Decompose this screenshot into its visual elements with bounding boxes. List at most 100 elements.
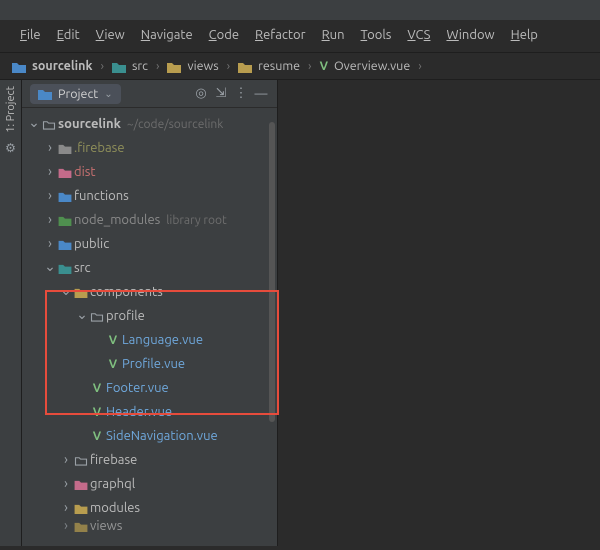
tree-file[interactable]: VSideNavigation.vue xyxy=(22,424,277,448)
tree-label: Footer.vue xyxy=(106,381,169,395)
vue-icon: V xyxy=(104,358,122,371)
folder-icon xyxy=(56,215,74,226)
folder-icon xyxy=(112,61,126,72)
tree-folder[interactable]: public xyxy=(22,232,277,256)
chevron-right-icon[interactable] xyxy=(60,452,72,468)
breadcrumbs[interactable]: sourcelink › src › views › resume › V Ov… xyxy=(0,53,600,80)
chevron-right-icon: › xyxy=(100,59,104,73)
chevron-right-icon[interactable] xyxy=(60,520,72,532)
menu-item-window[interactable]: Window xyxy=(440,26,500,44)
tool-window-strip[interactable]: 1: Project ⚙ xyxy=(0,80,22,546)
vue-icon: V xyxy=(88,430,106,443)
tree-hint: ~/code/sourcelink xyxy=(127,118,223,131)
chevron-right-icon: › xyxy=(227,59,231,73)
tree-folder[interactable]: views xyxy=(22,520,277,532)
tree-label: node_modules xyxy=(74,213,160,227)
folder-icon xyxy=(72,287,90,298)
menubar: FileEditViewNavigateCodeRefactorRunTools… xyxy=(0,20,600,53)
tree-file[interactable]: VFooter.vue xyxy=(22,376,277,400)
breadcrumb-item[interactable]: views xyxy=(167,59,218,73)
breadcrumb-item[interactable]: resume xyxy=(238,59,300,73)
tree-label: firebase xyxy=(90,453,137,467)
chevron-down-icon[interactable] xyxy=(76,308,88,325)
chevron-down-icon[interactable] xyxy=(28,116,40,133)
tree-label: components xyxy=(90,285,163,299)
menu-item-help[interactable]: Help xyxy=(505,26,544,44)
tree-hint: library root xyxy=(166,214,226,227)
hide-icon[interactable]: — xyxy=(251,87,271,101)
chevron-right-icon: › xyxy=(156,59,160,73)
chevron-right-icon[interactable] xyxy=(44,236,56,252)
tree-file[interactable]: VHeader.vue xyxy=(22,400,277,424)
gear-icon[interactable]: ⚙ xyxy=(5,141,16,155)
breadcrumb-item[interactable]: V Overview.vue xyxy=(320,59,411,73)
vue-icon: V xyxy=(88,382,106,395)
tree-label: views xyxy=(90,520,122,532)
panel-header: Project ⌄ ◎ ⇲ ⋮ — xyxy=(22,80,277,108)
breadcrumb-root[interactable]: sourcelink xyxy=(12,59,92,73)
project-panel: Project ⌄ ◎ ⇲ ⋮ — sourcelink ~/code/sourc… xyxy=(22,80,278,546)
tree-file[interactable]: VProfile.vue xyxy=(22,352,277,376)
folder-icon xyxy=(167,61,181,72)
chevron-right-icon: › xyxy=(418,59,422,73)
folder-icon xyxy=(56,239,74,250)
menu-item-navigate[interactable]: Navigate xyxy=(135,26,199,44)
tree-label: public xyxy=(74,237,109,251)
folder-icon xyxy=(72,521,90,532)
chevron-right-icon: › xyxy=(308,59,312,73)
tree-folder[interactable]: graphql xyxy=(22,472,277,496)
chevron-right-icon[interactable] xyxy=(44,188,56,204)
breadcrumb-label: views xyxy=(187,59,218,73)
chevron-right-icon[interactable] xyxy=(60,476,72,492)
tree-folder[interactable]: dist xyxy=(22,160,277,184)
chevron-down-icon[interactable] xyxy=(60,284,72,301)
folder-icon xyxy=(238,61,252,72)
collapse-icon[interactable]: ⇲ xyxy=(211,86,231,101)
tree-folder[interactable]: sourcelink ~/code/sourcelink xyxy=(22,112,277,136)
menu-item-file[interactable]: File xyxy=(14,26,47,44)
tree-folder[interactable]: modules xyxy=(22,496,277,520)
tree-label: .firebase xyxy=(74,141,125,155)
breadcrumb-label: src xyxy=(132,59,148,73)
target-icon[interactable]: ◎ xyxy=(191,86,211,101)
tree-label: Language.vue xyxy=(122,333,203,347)
menu-item-view[interactable]: View xyxy=(90,26,131,44)
folder-icon xyxy=(40,119,58,130)
folder-icon xyxy=(72,503,90,514)
tree-label: src xyxy=(74,261,91,275)
tree-folder[interactable]: .firebase xyxy=(22,136,277,160)
project-tool-tab[interactable]: 1: Project xyxy=(5,86,17,133)
tree-folder[interactable]: node_modules library root xyxy=(22,208,277,232)
scrollbar[interactable] xyxy=(267,108,277,546)
breadcrumb-label: Overview.vue xyxy=(334,59,410,73)
tree-file[interactable]: VLanguage.vue xyxy=(22,328,277,352)
tree-label: graphql xyxy=(90,477,135,491)
tree-folder[interactable]: components xyxy=(22,280,277,304)
panel-title: Project xyxy=(58,87,98,101)
chevron-right-icon[interactable] xyxy=(44,164,56,180)
tree-label: sourcelink xyxy=(58,117,121,131)
chevron-right-icon[interactable] xyxy=(44,140,56,156)
tree-folder[interactable]: functions xyxy=(22,184,277,208)
chevron-right-icon[interactable] xyxy=(60,500,72,516)
scrollbar-thumb[interactable] xyxy=(269,122,275,422)
menu-item-vcs[interactable]: VCS xyxy=(401,26,436,44)
tree-folder[interactable]: firebase xyxy=(22,448,277,472)
chevron-down-icon[interactable] xyxy=(44,260,56,277)
menu-item-code[interactable]: Code xyxy=(203,26,245,44)
vue-icon: V xyxy=(88,406,106,419)
menu-item-edit[interactable]: Edit xyxy=(51,26,86,44)
breadcrumb-item[interactable]: src xyxy=(112,59,148,73)
panel-view-selector[interactable]: Project ⌄ xyxy=(30,84,121,104)
breadcrumb-label: resume xyxy=(258,59,300,73)
more-icon[interactable]: ⋮ xyxy=(231,86,251,101)
chevron-right-icon[interactable] xyxy=(44,212,56,228)
vue-icon: V xyxy=(320,60,328,73)
menu-item-tools[interactable]: Tools xyxy=(355,26,398,44)
project-tree[interactable]: sourcelink ~/code/sourcelink.firebase dist… xyxy=(22,108,277,546)
tree-folder[interactable]: src xyxy=(22,256,277,280)
menu-item-refactor[interactable]: Refactor xyxy=(249,26,312,44)
tree-folder[interactable]: profile xyxy=(22,304,277,328)
tree-label: modules xyxy=(90,501,140,515)
menu-item-run[interactable]: Run xyxy=(316,26,351,44)
